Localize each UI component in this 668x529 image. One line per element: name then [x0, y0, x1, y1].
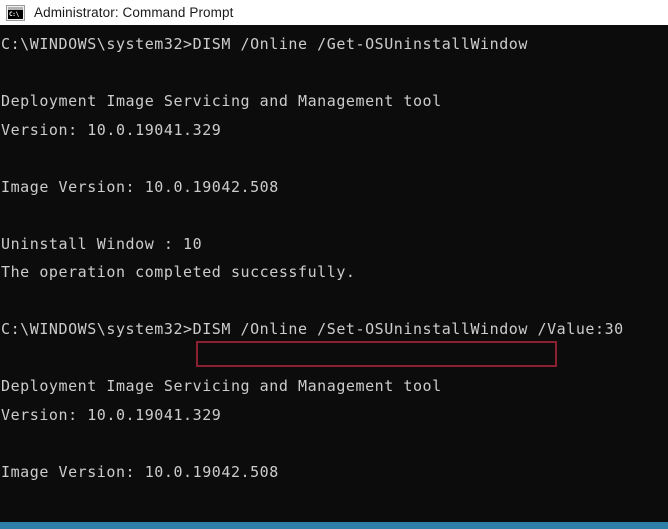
console-line: C:\WINDOWS\system32>DISM /Online /Get-OS…: [1, 35, 528, 53]
cmd-console-icon: C:\: [6, 4, 25, 21]
console-line: Deployment Image Servicing and Managemen…: [1, 377, 442, 395]
console-line: Image Version: 10.0.19042.508: [1, 177, 279, 196]
console-line: Version: 10.0.19041.329: [1, 405, 222, 424]
cmd-icon-screen-text: C:\: [8, 9, 23, 19]
console-line: The operation completed successfully.: [0, 515, 668, 523]
command-prompt-window: C:\ Administrator: Command Prompt C:\WIN…: [0, 0, 668, 529]
console-line: The operation completed successfully.: [1, 263, 356, 281]
console-line: Image Version: 10.0.19042.508: [1, 462, 279, 481]
bottom-accent-strip: [0, 522, 668, 529]
console-output-area[interactable]: C:\WINDOWS\system32>DISM /Online /Get-OS…: [0, 25, 668, 522]
console-line-list: C:\WINDOWS\system32>DISM /Online /Get-OS…: [0, 30, 668, 522]
window-title: Administrator: Command Prompt: [34, 5, 234, 20]
console-line: Version: 10.0.19041.329: [1, 120, 222, 139]
console-line: Uninstall Window : 10: [1, 234, 203, 253]
window-titlebar[interactable]: C:\ Administrator: Command Prompt: [0, 0, 668, 25]
console-line: Deployment Image Servicing and Managemen…: [1, 92, 442, 110]
console-line: C:\WINDOWS\system32>DISM /Online /Set-OS…: [1, 320, 624, 338]
